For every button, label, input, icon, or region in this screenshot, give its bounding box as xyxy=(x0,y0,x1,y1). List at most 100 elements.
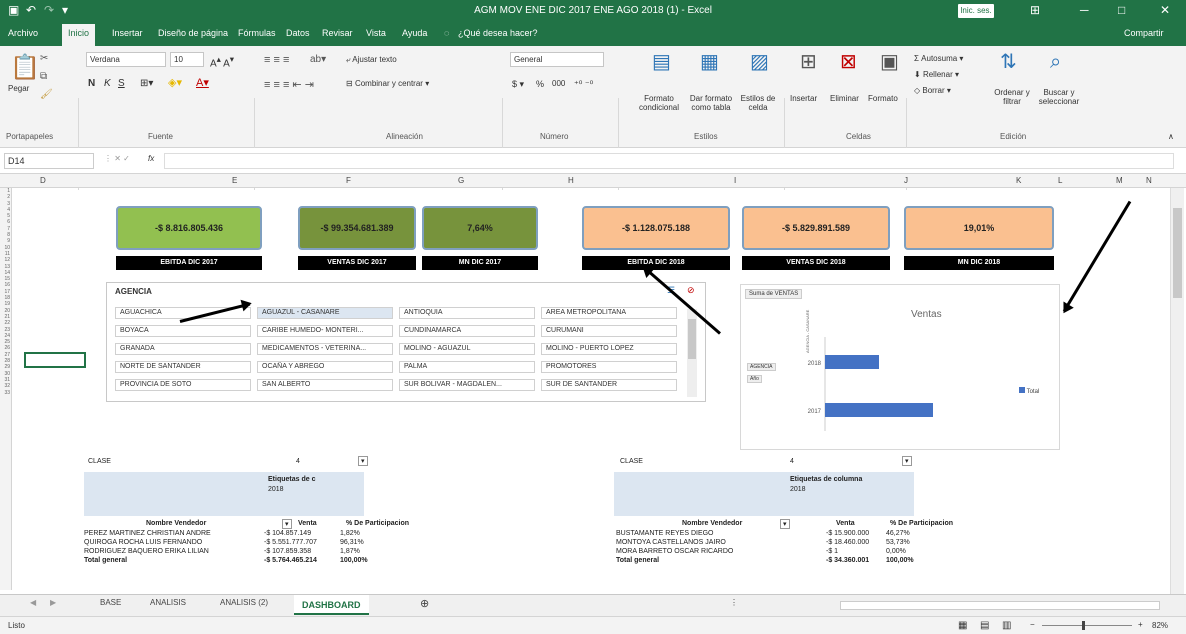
slicer-item[interactable]: AREA METROPOLITANA xyxy=(541,307,677,319)
slicer-item[interactable]: MOLINO - PUERTO LÓPEZ xyxy=(541,343,677,355)
add-sheet-icon[interactable]: ⊕ xyxy=(420,597,429,610)
slicer-item[interactable]: MEDICAMENTOS - VETERINA... xyxy=(257,343,393,355)
zoom-in-icon[interactable]: + xyxy=(1138,620,1143,629)
slicer-scrollbar[interactable] xyxy=(687,309,697,397)
horizontal-scrollbar[interactable] xyxy=(840,601,1160,610)
slicer-item[interactable]: PROVINCIA DE SOTO xyxy=(115,379,251,391)
slicer-item[interactable]: BOYACA xyxy=(115,325,251,337)
slicer-item[interactable]: MOLINO - AGUAZUL xyxy=(399,343,535,355)
paste-label[interactable]: Pegar xyxy=(8,84,29,93)
slicer-item[interactable]: SUR DE SANTANDER xyxy=(541,379,677,391)
name-box[interactable]: D14 xyxy=(4,153,94,169)
tab-formulas[interactable]: Fórmulas xyxy=(238,28,276,38)
fill-color-icon[interactable]: ◈▾ xyxy=(168,76,182,89)
orientation-icon[interactable]: ab▾ xyxy=(310,54,326,65)
format-table-icon[interactable]: ▦ xyxy=(700,52,719,72)
slicer-item[interactable]: PALMA xyxy=(399,361,535,373)
italic-button[interactable]: K xyxy=(104,78,111,89)
percent-button[interactable]: % xyxy=(536,79,544,89)
cut-icon[interactable]: ✂ xyxy=(40,54,48,64)
format-cells-icon[interactable]: ▣ xyxy=(880,52,899,72)
copy-icon[interactable]: ⧉ xyxy=(40,72,47,82)
delete-cells-icon[interactable]: ⊠ xyxy=(840,52,857,72)
bold-button[interactable]: N xyxy=(88,78,95,89)
vertical-scrollbar[interactable] xyxy=(1170,188,1184,594)
signin-button[interactable]: Inic. ses. xyxy=(958,4,994,18)
format-cells-button[interactable]: Formato xyxy=(868,94,898,103)
pivot-left-sort-icon[interactable]: ▾ xyxy=(282,519,292,529)
pivot-left-filter-icon[interactable]: ▾ xyxy=(358,456,368,466)
thousands-button[interactable]: 000 xyxy=(552,79,565,88)
tabs-scroll-icon[interactable]: ⋮ xyxy=(730,598,738,607)
col-header[interactable]: F xyxy=(346,176,351,185)
share-button[interactable]: Compartir xyxy=(1124,28,1164,38)
insert-cells-icon[interactable]: ⊞ xyxy=(800,52,817,72)
sort-filter-button[interactable]: Ordenar y filtrar xyxy=(992,88,1032,106)
row-header[interactable]: 33 xyxy=(0,390,11,396)
align-left-icon[interactable]: ≡ ≡ ≡ ⇤ ⇥ xyxy=(264,78,314,91)
tab-ayuda[interactable]: Ayuda xyxy=(402,28,427,38)
chart-bar[interactable] xyxy=(825,403,933,417)
col-header[interactable]: L xyxy=(1058,176,1062,185)
ribbon-display-icon[interactable]: ⊞ xyxy=(1030,3,1040,17)
slicer-item[interactable]: NORTE DE SANTANDER xyxy=(115,361,251,373)
chart-filter-ano[interactable]: Año xyxy=(747,375,762,383)
col-header[interactable]: J xyxy=(904,176,908,185)
fx-icon[interactable]: fx xyxy=(148,154,154,163)
slicer-item[interactable]: SAN ALBERTO xyxy=(257,379,393,391)
clear-filter-icon[interactable]: ⊘ xyxy=(687,285,695,296)
zoom-slider[interactable] xyxy=(1042,621,1132,630)
find-select-button[interactable]: Buscar y seleccionar xyxy=(1036,88,1082,106)
slicer-item[interactable]: PROMOTORES xyxy=(541,361,677,373)
grow-font-icon[interactable]: A▴ A▾ xyxy=(210,54,234,69)
insert-cells-button[interactable]: Insertar xyxy=(790,94,817,103)
tab-revisar[interactable]: Revisar xyxy=(322,28,353,38)
slicer-item[interactable]: CURUMANI xyxy=(541,325,677,337)
font-size-select[interactable]: 10 xyxy=(170,52,204,67)
formula-cancel-icon[interactable]: ⋮ ✕ ✓ xyxy=(104,154,130,163)
zoom-out-icon[interactable]: − xyxy=(1030,620,1035,629)
chart-filter-agencia[interactable]: AGENCIA xyxy=(747,363,776,371)
selected-cell[interactable] xyxy=(24,352,86,368)
col-header[interactable]: H xyxy=(568,176,574,185)
tell-me-input[interactable]: ¿Qué desea hacer? xyxy=(458,28,538,38)
normal-view-icon[interactable]: ▦ xyxy=(958,620,967,631)
pivot-right-sort-icon[interactable]: ▾ xyxy=(780,519,790,529)
clear-button[interactable]: ◇ Borrar ▾ xyxy=(914,86,951,95)
autosum-button[interactable]: Σ Autosuma ▾ xyxy=(914,54,963,63)
slicer-item[interactable]: ANTIOQUIA xyxy=(399,307,535,319)
underline-button[interactable]: S xyxy=(118,78,125,89)
tab-diseno[interactable]: Diseño de página xyxy=(158,28,228,38)
tab-inicio[interactable]: Inicio xyxy=(62,24,96,46)
currency-button[interactable]: $ ▾ xyxy=(512,79,524,90)
ventas-chart[interactable]: 2018 2017 Suma de VENTAS Ventas AGENCIA A… xyxy=(740,284,1060,450)
zoom-level[interactable]: 82% xyxy=(1152,621,1168,630)
tab-analisis-2[interactable]: ANALISIS (2) xyxy=(220,598,268,607)
conditional-format-icon[interactable]: ▤ xyxy=(652,52,671,72)
collapse-ribbon-icon[interactable]: ∧ xyxy=(1168,132,1174,141)
delete-cells-button[interactable]: Eliminar xyxy=(830,94,859,103)
number-format-select[interactable]: General xyxy=(510,52,604,67)
find-icon[interactable]: ⌕ xyxy=(1050,52,1061,72)
fill-button[interactable]: ⬇ Rellenar ▾ xyxy=(914,70,959,79)
tab-base[interactable]: BASE xyxy=(100,598,121,607)
col-header[interactable]: D xyxy=(40,176,46,185)
font-color-icon[interactable]: A▾ xyxy=(196,76,209,89)
wrap-text-button[interactable]: ⤶ Ajustar texto xyxy=(346,55,397,65)
chart-field-button[interactable]: Suma de VENTAS xyxy=(745,289,803,299)
slicer-item[interactable]: GRANADA xyxy=(115,343,251,355)
next-sheet-icon[interactable]: ▶ xyxy=(50,598,56,607)
col-header[interactable]: M xyxy=(1116,176,1123,185)
minimize-button[interactable]: ─ xyxy=(1080,3,1089,17)
col-header[interactable]: E xyxy=(232,176,237,185)
borders-icon[interactable]: ⊞▾ xyxy=(140,78,153,89)
tab-datos[interactable]: Datos xyxy=(286,28,310,38)
conditional-format-button[interactable]: Formato condicional xyxy=(634,94,684,112)
slicer-item[interactable]: CARIBE HUMEDO- MONTERI... xyxy=(257,325,393,337)
col-header[interactable]: I xyxy=(734,176,736,185)
cell-styles-button[interactable]: Estilos de celda xyxy=(738,94,778,112)
slicer-item[interactable]: CUNDINAMARCA xyxy=(399,325,535,337)
col-header[interactable]: K xyxy=(1016,176,1021,185)
col-header[interactable]: G xyxy=(458,176,464,185)
prev-sheet-icon[interactable]: ◀ xyxy=(30,598,36,607)
